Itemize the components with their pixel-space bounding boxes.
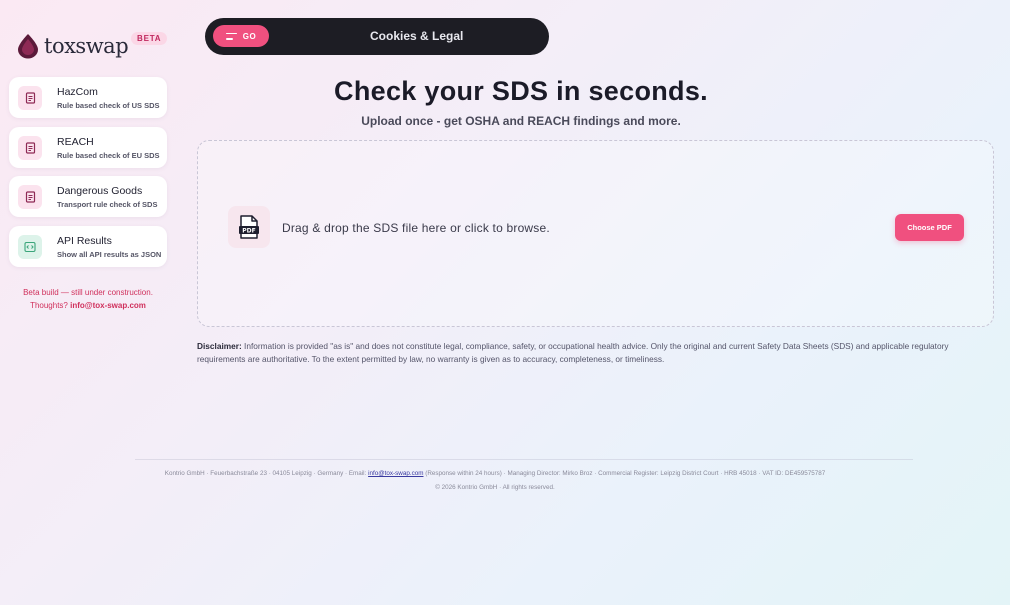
disclaimer-text: Information is provided "as is" and does… (197, 341, 949, 364)
dropzone-text: Drag & drop the SDS file here or click t… (282, 221, 550, 235)
brand-name: toxswap (44, 34, 129, 58)
menu-button-label: GO (242, 31, 257, 41)
sidebar-item-title: REACH (57, 135, 94, 148)
top-navbar: GO Cookies & Legal (205, 18, 549, 55)
sidebar-item-subtitle: Rule based check of US SDS (57, 100, 160, 110)
beta-note-text: Beta build — still under construction. (23, 288, 153, 297)
svg-text:PDF: PDF (242, 228, 255, 235)
disclaimer: Disclaimer: Information is provided "as … (197, 340, 977, 366)
footer-email-link[interactable]: info@tox-swap.com (368, 470, 423, 477)
page-title: Check your SDS in seconds. (334, 76, 708, 106)
sidebar-item-title: Dangerous Goods (57, 184, 143, 197)
document-icon (18, 85, 42, 110)
file-dropzone[interactable]: PDF Drag & drop the SDS file here or cli… (197, 140, 994, 327)
drop-logo-icon (18, 34, 38, 59)
logo[interactable]: toxswap (16, 33, 129, 59)
hamburger-icon (225, 32, 237, 40)
footer-copyright: © 2026 Kontrio GmbH · All rights reserve… (435, 484, 555, 491)
document-icon (18, 184, 42, 209)
footer-company-suffix: (Response within 24 hours) · Managing Di… (423, 470, 826, 477)
sidebar-item-hazcom[interactable]: HazCom Rule based check of US SDS (9, 77, 167, 118)
sidebar-item-title: API Results (57, 234, 112, 247)
code-icon (18, 234, 42, 259)
cookies-legal-link[interactable]: Cookies & Legal (370, 29, 463, 43)
sidebar-item-title: HazCom (57, 85, 98, 98)
beta-badge: BETA (131, 32, 168, 45)
sidebar-item-api-results[interactable]: API Results Show all API results as JSON (9, 226, 167, 267)
thoughts-label: Thoughts? (30, 301, 68, 310)
footer-company-prefix: Kontrio GmbH · Feuerbachstraße 23 · 0410… (164, 470, 369, 477)
sidebar-item-reach[interactable]: REACH Rule based check of EU SDS (9, 127, 167, 168)
menu-button[interactable]: GO (213, 25, 269, 47)
sidebar-item-subtitle: Show all API results as JSON (57, 249, 162, 259)
sidebar-item-dangerous-goods[interactable]: Dangerous Goods Transport rule check of … (9, 176, 167, 217)
sidebar-item-subtitle: Transport rule check of SDS (57, 199, 158, 209)
sidebar-item-subtitle: Rule based check of EU SDS (57, 150, 160, 160)
page-subtitle: Upload once - get OSHA and REACH finding… (361, 114, 681, 128)
document-icon (18, 135, 42, 160)
footer-divider (135, 459, 913, 460)
beta-note: Beta build — still under construction. T… (9, 286, 167, 312)
contact-email-link[interactable]: info@tox-swap.com (70, 301, 146, 310)
choose-pdf-button[interactable]: Choose PDF (895, 214, 964, 241)
disclaimer-label: Disclaimer: (197, 341, 242, 351)
footer-company-info: Kontrio GmbH · Feuerbachstraße 23 · 0410… (0, 470, 990, 477)
pdf-icon: PDF (228, 206, 270, 248)
